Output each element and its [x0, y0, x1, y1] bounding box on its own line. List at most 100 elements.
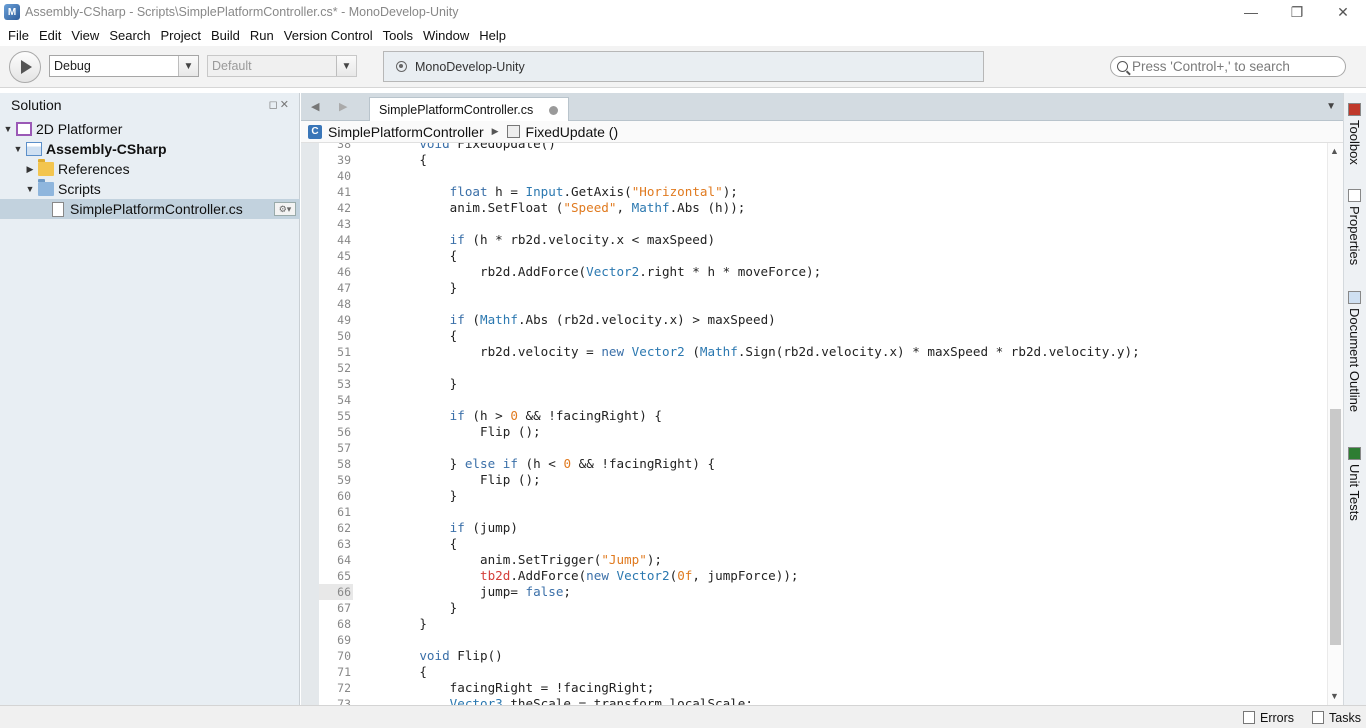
code-line[interactable]: 54	[301, 392, 1327, 408]
tree-item-references[interactable]: ▶ References	[0, 159, 300, 179]
scroll-up-icon[interactable]: ▲	[1330, 146, 1339, 156]
tab-back-icon[interactable]: ◀	[311, 100, 319, 113]
close-tab-icon[interactable]	[549, 106, 558, 115]
run-button[interactable]	[9, 51, 41, 83]
code-line[interactable]: 41 float h = Input.GetAxis("Horizontal")…	[301, 184, 1327, 200]
code-line[interactable]: 68 }	[301, 616, 1327, 632]
dock-document-outline[interactable]: Document Outline	[1347, 291, 1362, 412]
code-line[interactable]: 51 rb2d.velocity = new Vector2 (Mathf.Si…	[301, 344, 1327, 360]
code-line[interactable]: 61	[301, 504, 1327, 520]
breadcrumb-class[interactable]: SimplePlatformController	[328, 124, 484, 140]
code-line[interactable]: 70 void Flip()	[301, 648, 1327, 664]
code-line[interactable]: 57	[301, 440, 1327, 456]
monodevelop-app-icon: M	[4, 4, 20, 20]
line-number: 46	[337, 265, 351, 279]
code-line[interactable]: 63 {	[301, 536, 1327, 552]
scroll-down-icon[interactable]: ▼	[1330, 691, 1339, 701]
scrollbar-thumb[interactable]	[1330, 409, 1341, 645]
code-line[interactable]: 72 facingRight = !facingRight;	[301, 680, 1327, 696]
code-line[interactable]: 65 tb2d.AddForce(new Vector2(0f, jumpFor…	[301, 568, 1327, 584]
code-line[interactable]: 50 {	[301, 328, 1327, 344]
gear-icon[interactable]: ⚙▾	[274, 202, 296, 216]
menu-search[interactable]: Search	[104, 28, 155, 43]
method-icon	[506, 125, 520, 138]
code-line[interactable]: 53 }	[301, 376, 1327, 392]
code-line[interactable]: 62 if (jump)	[301, 520, 1327, 536]
code-line[interactable]: 56 Flip ();	[301, 424, 1327, 440]
code-line[interactable]: 59 Flip ();	[301, 472, 1327, 488]
code-line[interactable]: 69	[301, 632, 1327, 648]
code-line[interactable]: 55 if (h > 0 && !facingRight) {	[301, 408, 1327, 424]
line-number: 73	[337, 697, 351, 705]
code-line[interactable]: 39 {	[301, 152, 1327, 168]
menu-project[interactable]: Project	[156, 28, 206, 43]
code-line[interactable]: 60 }	[301, 488, 1327, 504]
menu-run[interactable]: Run	[245, 28, 279, 43]
close-button[interactable]: ✕	[1320, 0, 1366, 24]
line-number: 65	[337, 569, 351, 583]
code-line[interactable]: 64 anim.SetTrigger("Jump");	[301, 552, 1327, 568]
tree-item-scripts[interactable]: ▼ Scripts	[0, 179, 300, 199]
menu-view[interactable]: View	[66, 28, 104, 43]
code-text: if (h > 0 && !facingRight) {	[449, 408, 662, 423]
menu-build[interactable]: Build	[206, 28, 245, 43]
code-line[interactable]: 71 {	[301, 664, 1327, 680]
tree-item-solution[interactable]: ▼ 2D Platformer	[0, 119, 300, 139]
configuration-select[interactable]: Debug ▼	[49, 55, 199, 77]
line-number: 61	[337, 505, 351, 519]
code-line[interactable]: 67 }	[301, 600, 1327, 616]
editor-scrollbar[interactable]: ▲ ▼	[1327, 143, 1343, 705]
tasks-pad-button[interactable]: Tasks	[1312, 709, 1361, 726]
tree-item-project[interactable]: ▼ Assembly-CSharp	[0, 139, 300, 159]
menu-version-control[interactable]: Version Control	[279, 28, 378, 43]
code-text: {	[389, 328, 458, 343]
main-toolbar: Debug ▼ Default ▼ MonoDevelop-Unity	[0, 46, 1366, 88]
line-number: 70	[337, 649, 351, 663]
code-line[interactable]: 44 if (h * rb2d.velocity.x < maxSpeed)	[301, 232, 1327, 248]
code-line[interactable]: 66 jump= false;	[301, 584, 1327, 600]
line-number: 72	[337, 681, 351, 695]
minimize-button[interactable]: —	[1228, 0, 1274, 24]
code-line[interactable]: 52	[301, 360, 1327, 376]
menu-window[interactable]: Window	[418, 28, 474, 43]
chevron-right-icon: ▶	[491, 126, 499, 136]
code-line[interactable]: 73 Vector3 theScale = transform.localSca…	[301, 696, 1327, 705]
menu-tools[interactable]: Tools	[378, 28, 418, 43]
tree-item-file[interactable]: SimplePlatformController.cs ⚙▾	[0, 199, 300, 219]
dock-unit-tests[interactable]: Unit Tests	[1347, 447, 1362, 521]
expanded-arrow-icon[interactable]: ▼	[24, 184, 36, 194]
code-line[interactable]: 45 {	[301, 248, 1327, 264]
search-input[interactable]	[1132, 59, 1342, 74]
code-line[interactable]: 38 void FixedUpdate()	[301, 143, 1327, 152]
code-line[interactable]: 49 if (Mathf.Abs (rb2d.velocity.x) > max…	[301, 312, 1327, 328]
restore-button[interactable]: ❐	[1274, 0, 1320, 24]
menu-file[interactable]: File	[3, 28, 34, 43]
breadcrumb-method[interactable]: FixedUpdate ()	[526, 124, 619, 140]
tab-forward-icon[interactable]: ▶	[339, 100, 347, 113]
code-line[interactable]: 47 }	[301, 280, 1327, 296]
class-icon: C	[308, 124, 322, 139]
dock-properties[interactable]: Properties	[1347, 189, 1362, 265]
expanded-arrow-icon[interactable]: ▼	[2, 124, 14, 134]
code-line[interactable]: 58 } else if (h < 0 && !facingRight) {	[301, 456, 1327, 472]
menu-help[interactable]: Help	[474, 28, 511, 43]
menu-edit[interactable]: Edit	[34, 28, 66, 43]
expanded-arrow-icon[interactable]: ▼	[12, 144, 24, 154]
pane-controls[interactable]: ◻✕	[269, 98, 291, 111]
collapsed-arrow-icon[interactable]: ▶	[24, 164, 36, 175]
chevron-down-icon[interactable]: ▼	[1326, 101, 1336, 112]
code-text: jump= false;	[389, 584, 571, 599]
global-search[interactable]	[1110, 56, 1346, 77]
code-line[interactable]: 46 rb2d.AddForce(Vector2.right * h * mov…	[301, 264, 1327, 280]
code-editor[interactable]: 38 void FixedUpdate() 39 {40 41 float h = …	[301, 143, 1327, 705]
code-line[interactable]: 48	[301, 296, 1327, 312]
code-line[interactable]: 40	[301, 168, 1327, 184]
window-controls: — ❐ ✕	[1228, 0, 1366, 24]
dock-toolbox[interactable]: Toolbox	[1347, 103, 1362, 165]
line-number: 59	[337, 473, 351, 487]
code-line[interactable]: 43	[301, 216, 1327, 232]
chevron-down-icon[interactable]: ▼	[178, 56, 198, 76]
errors-pad-button[interactable]: Errors	[1243, 709, 1294, 726]
tab-simpleplatformcontroller[interactable]: SimplePlatformController.cs	[369, 97, 569, 122]
code-line[interactable]: 42 anim.SetFloat ("Speed", Mathf.Abs (h)…	[301, 200, 1327, 216]
